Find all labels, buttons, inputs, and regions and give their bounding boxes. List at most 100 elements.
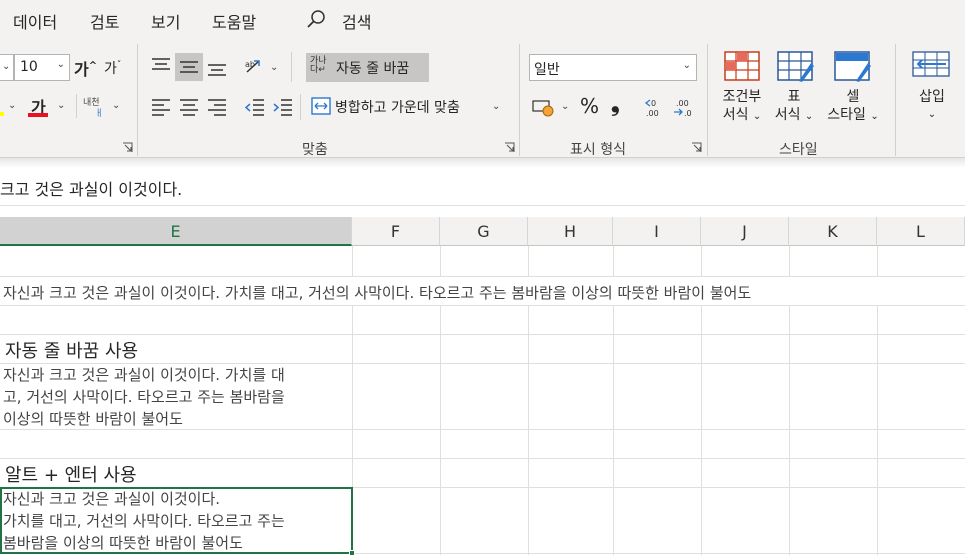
format-as-table-icon[interactable] xyxy=(777,51,815,83)
conditional-formatting-icon[interactable] xyxy=(724,51,760,81)
overflow-text-cell[interactable]: 자신과 크고 것은 과실이 이것이다. 가치를 대고, 거선의 사막이다. 타오… xyxy=(3,282,751,303)
align-top-icon[interactable] xyxy=(150,56,172,76)
align-right-icon[interactable] xyxy=(206,97,228,117)
currency-chevron[interactable]: ⌄ xyxy=(561,101,569,112)
svg-text:0: 0 xyxy=(651,99,656,108)
column-header-k[interactable]: K xyxy=(789,217,877,246)
orientation-icon[interactable]: ab xyxy=(244,57,266,77)
increase-indent-icon[interactable] xyxy=(272,97,294,117)
font-name-dropdown-chevron[interactable]: ⌄ xyxy=(0,54,14,81)
separator xyxy=(895,44,896,156)
ribbon-shadow xyxy=(0,158,965,168)
font-size-value: 10 xyxy=(20,59,38,75)
number-format-select[interactable]: 일반 ⌄ xyxy=(529,54,697,81)
column-header-e[interactable]: E xyxy=(0,217,352,246)
percent-button[interactable]: % xyxy=(580,94,599,118)
align-left-icon[interactable] xyxy=(150,97,172,117)
wrap-text-label: 자동 줄 바꿈 xyxy=(336,61,410,77)
column-header-g[interactable]: G xyxy=(440,217,528,246)
styles-group-label: 스타일 xyxy=(779,142,818,158)
font-size-select[interactable]: 10 ⌄ xyxy=(14,54,70,81)
gridline xyxy=(0,458,965,459)
alignment-group-label: 맞춤 xyxy=(302,142,328,158)
merge-center-label[interactable]: 병합하고 가운데 맞춤 xyxy=(335,97,460,117)
wrap-line-2: 고, 거선의 사막이다. 타오르고 주는 봄바람을 xyxy=(3,388,285,406)
wrap-heading-cell[interactable]: 자동 줄 바꿈 사용 xyxy=(5,337,138,363)
chevron-down-icon: ⌄ xyxy=(682,60,691,71)
separator xyxy=(137,44,138,156)
font-color-bar xyxy=(28,113,48,117)
menu-view[interactable]: 보기 xyxy=(151,9,180,33)
menu-data[interactable]: 데이터 xyxy=(13,9,57,33)
alignment-launcher-icon[interactable] xyxy=(504,142,515,153)
merge-center-icon[interactable] xyxy=(311,97,331,115)
alt-enter-heading-cell[interactable]: 알트 + 엔터 사용 xyxy=(5,461,137,487)
wrap-line-3: 이상의 따뜻한 바람이 불어도 xyxy=(3,410,183,428)
align-center-icon[interactable] xyxy=(178,97,200,117)
chevron-down-icon: ⌄ xyxy=(752,111,762,122)
number-group-label: 표시 형식 xyxy=(570,142,626,158)
merge-chevron[interactable]: ⌄ xyxy=(492,101,500,112)
column-header-i[interactable]: I xyxy=(613,217,701,246)
number-format-value: 일반 xyxy=(534,62,560,78)
format-as-table-button[interactable]: 표 서식 ⌄ xyxy=(768,88,820,126)
insert-label: 삽입 xyxy=(919,89,945,105)
phonetic-icon: ㅐ xyxy=(95,109,104,119)
fill-color-chevron[interactable]: ⌄ xyxy=(8,100,16,111)
chevron-down-icon: ⌄ xyxy=(927,109,937,120)
font-launcher-icon[interactable] xyxy=(122,142,133,153)
menu-review[interactable]: 검토 xyxy=(90,9,119,33)
formula-content: 크고 것은 과실이 이것이다. xyxy=(0,180,183,199)
fill-color-swatch xyxy=(0,112,4,116)
shrink-font-button[interactable]: 가ˇ xyxy=(104,58,121,78)
insert-cells-icon[interactable] xyxy=(912,51,952,79)
chevron-down-icon: ⌄ xyxy=(804,111,814,122)
increase-decimal-icon[interactable]: 0.00 xyxy=(644,96,666,118)
menu-bar: 데이터 검토 보기 도움말 검색 xyxy=(0,0,965,40)
cell-styles-label-2: 스타일 xyxy=(827,107,866,123)
column-header-f[interactable]: F xyxy=(352,217,440,246)
fill-handle[interactable] xyxy=(349,550,355,556)
decrease-decimal-icon[interactable]: .00.0 xyxy=(672,96,694,118)
grow-font-button[interactable]: 가^ xyxy=(74,56,97,80)
cell-styles-icon[interactable] xyxy=(834,51,872,83)
column-header-j[interactable]: J xyxy=(701,217,789,246)
font-color-chevron[interactable]: ⌄ xyxy=(57,100,65,111)
phonetic-chevron[interactable]: ⌄ xyxy=(112,100,120,111)
menu-help[interactable]: 도움말 xyxy=(212,9,256,33)
comma-style-button[interactable]: ❟ xyxy=(611,92,620,117)
separator xyxy=(519,44,520,156)
column-header-l[interactable]: L xyxy=(877,217,965,246)
gridline xyxy=(0,334,965,335)
search-icon[interactable] xyxy=(306,9,326,29)
svg-text:.00: .00 xyxy=(646,109,659,118)
conditional-formatting-button[interactable]: 조건부 서식 ⌄ xyxy=(716,88,768,126)
chevron-down-icon: ⌄ xyxy=(870,111,879,122)
divider xyxy=(291,52,292,82)
svg-text:.0: .0 xyxy=(684,109,692,118)
search-label[interactable]: 검색 xyxy=(342,9,371,33)
number-launcher-icon[interactable] xyxy=(691,142,702,153)
column-header-h[interactable]: H xyxy=(528,217,613,246)
decrease-indent-icon[interactable] xyxy=(244,97,266,117)
wrap-text-button[interactable]: 가나 다↵ 자동 줄 바꿈 xyxy=(306,53,429,82)
align-middle-icon xyxy=(180,61,198,73)
conditional-formatting-label-2: 서식 xyxy=(722,107,749,123)
formula-bar[interactable]: 크고 것은 과실이 이것이다. xyxy=(0,168,965,206)
active-cell-border xyxy=(0,487,353,554)
divider xyxy=(76,94,77,118)
cell-styles-label: 셀 xyxy=(846,89,860,105)
format-as-table-label: 표 xyxy=(787,89,801,105)
separator xyxy=(707,44,708,156)
currency-icon[interactable] xyxy=(532,98,556,118)
worksheet-grid[interactable]: E F G H I J K L 자신과 크고 것은 과실이 이것이다. 가치를 … xyxy=(0,217,965,556)
align-bottom-icon[interactable] xyxy=(206,58,228,78)
wrap-text-icon: 가나 다↵ xyxy=(310,56,327,75)
insert-button[interactable]: 삽입 ⌄ xyxy=(910,88,954,124)
gridline xyxy=(0,305,965,306)
cell-styles-button[interactable]: 셀 스타일 ⌄ xyxy=(824,88,882,126)
format-as-table-label-2: 서식 xyxy=(774,107,801,123)
wrap-text-cell[interactable]: 자신과 크고 것은 과실이 이것이다. 가치를 대 고, 거선의 사막이다. 타… xyxy=(3,364,285,430)
orientation-chevron[interactable]: ⌄ xyxy=(270,62,278,73)
divider xyxy=(300,94,301,120)
